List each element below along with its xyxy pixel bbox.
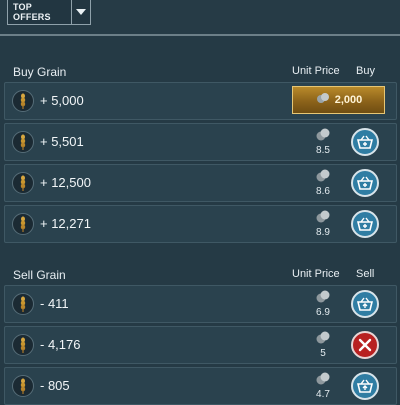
top-offers-label: TOP OFFERS xyxy=(13,2,51,22)
buy-section-header: Buy Grain Unit Price Buy xyxy=(0,63,400,81)
grain-icon xyxy=(12,334,34,356)
sell-unit-price-header: Unit Price xyxy=(292,268,340,280)
buy-action-header: Buy xyxy=(356,65,375,77)
sell-action-header: Sell xyxy=(356,268,375,280)
sell-offer-row: - 4,176 5 xyxy=(4,326,397,364)
top-offers-dropdown[interactable]: TOP OFFERS xyxy=(7,0,91,25)
basket-icon xyxy=(357,379,373,393)
offer-quantity: + 12,271 xyxy=(40,216,91,231)
buy-button[interactable] xyxy=(351,169,379,197)
offer-quantity: + 5,501 xyxy=(40,134,84,149)
reject-button[interactable] xyxy=(351,331,379,359)
basket-icon xyxy=(357,297,373,311)
grain-icon xyxy=(12,172,34,194)
top-bar: TOP OFFERS xyxy=(0,0,400,36)
buy-gold-button[interactable]: 2,000 xyxy=(292,86,385,114)
buy-offer-row: + 5,000 2,000 xyxy=(4,82,397,120)
unit-price: 8.9 xyxy=(305,210,341,240)
buy-offer-row: + 12,271 8.9 xyxy=(4,205,397,243)
buy-section-title: Buy Grain xyxy=(13,65,67,79)
grain-icon xyxy=(12,213,34,235)
grain-icon xyxy=(12,293,34,315)
sell-button[interactable] xyxy=(351,290,379,318)
unit-price-value: 6.9 xyxy=(316,307,330,318)
offer-quantity: + 5,000 xyxy=(40,93,84,108)
unit-price: 8.5 xyxy=(305,128,341,158)
unit-price-value: 8.9 xyxy=(316,227,330,238)
buy-offer-row: + 12,500 8.6 xyxy=(4,164,397,202)
unit-price: 8.6 xyxy=(305,169,341,199)
caret-down-icon[interactable] xyxy=(71,0,90,24)
buy-button-value: 2,000 xyxy=(334,94,363,106)
unit-price-value: 5 xyxy=(320,348,326,359)
close-icon xyxy=(358,338,372,352)
grain-icon xyxy=(12,131,34,153)
basket-icon xyxy=(357,217,373,231)
sell-section-title: Sell Grain xyxy=(13,268,66,282)
grain-icon xyxy=(12,375,34,397)
buy-button[interactable] xyxy=(351,210,379,238)
basket-icon xyxy=(357,135,373,149)
sell-offer-row: - 411 6.9 xyxy=(4,285,397,323)
buy-button[interactable] xyxy=(351,128,379,156)
offer-quantity: - 805 xyxy=(40,378,70,393)
buy-unit-price-header: Unit Price xyxy=(292,65,340,77)
unit-price-value: 8.6 xyxy=(316,186,330,197)
unit-price-value: 8.5 xyxy=(316,145,330,156)
unit-price: 5 xyxy=(305,331,341,361)
grain-icon xyxy=(12,90,34,112)
sell-button[interactable] xyxy=(351,372,379,400)
buy-offer-row: + 5,501 8.5 xyxy=(4,123,397,161)
unit-price-value: 4.7 xyxy=(316,389,330,400)
coins-icon xyxy=(315,91,331,109)
basket-icon xyxy=(357,176,373,190)
unit-price: 4.7 xyxy=(305,372,341,402)
unit-price: 6.9 xyxy=(305,290,341,320)
offer-quantity: + 12,500 xyxy=(40,175,91,190)
offer-quantity: - 4,176 xyxy=(40,337,81,352)
offer-quantity: - 411 xyxy=(40,296,69,311)
sell-section-header: Sell Grain Unit Price Sell xyxy=(0,266,400,284)
sell-offer-row: - 805 4.7 xyxy=(4,367,397,405)
